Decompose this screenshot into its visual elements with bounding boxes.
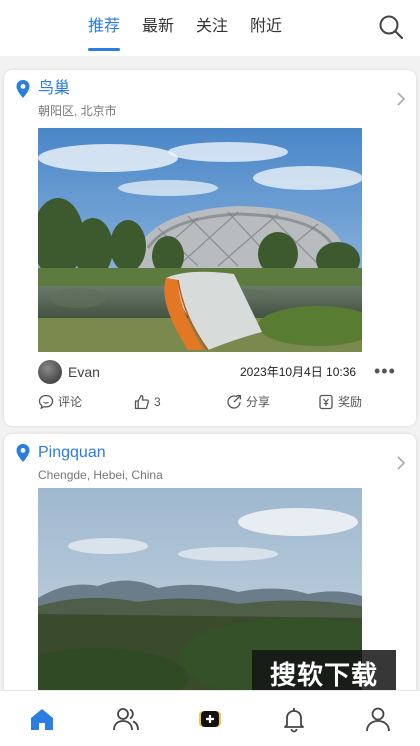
tab-following[interactable]: 关注 (196, 16, 228, 38)
feed-tabs: 推荐 最新 关注 附近 (88, 16, 282, 51)
comment-label: 评论 (58, 395, 83, 409)
share-button[interactable]: 分享 (226, 394, 270, 410)
chevron-right-icon[interactable] (396, 92, 406, 106)
share-label: 分享 (246, 395, 271, 409)
post-photo[interactable] (38, 128, 362, 352)
place-location: Chengde, Hebei, China (38, 468, 163, 482)
place-title[interactable]: Pingquan (38, 443, 106, 463)
like-button[interactable]: 3 (134, 394, 161, 410)
bottom-nav (0, 690, 420, 746)
reward-icon (319, 394, 333, 410)
post-meta: Evan 2023年10月4日 10:36 ••• (38, 360, 398, 386)
comment-button[interactable]: 评论 (38, 394, 82, 410)
share-icon (227, 394, 242, 409)
author-name[interactable]: Evan (68, 363, 100, 381)
profile-icon[interactable] (364, 705, 392, 733)
like-count: 3 (154, 395, 161, 409)
tab-latest[interactable]: 最新 (142, 16, 174, 38)
reward-button[interactable]: 奖励 (318, 394, 362, 410)
post-card[interactable]: 鸟巢 朝阳区, 北京市 Evan 2023年10月4日 10:36 ••• 评论… (4, 70, 416, 426)
place-location: 朝阳区, 北京市 (38, 104, 117, 118)
chevron-right-icon[interactable] (396, 456, 406, 470)
post-datetime: 2023年10月4日 10:36 (240, 365, 357, 379)
search-icon[interactable] (378, 14, 404, 40)
comment-icon (38, 394, 54, 410)
avatar[interactable] (38, 360, 62, 384)
add-post-icon[interactable] (196, 705, 224, 733)
tab-recommended[interactable]: 推荐 (88, 16, 121, 51)
more-options-icon[interactable]: ••• (374, 362, 396, 380)
feed-list[interactable]: 鸟巢 朝阳区, 北京市 Evan 2023年10月4日 10:36 ••• 评论… (0, 56, 420, 690)
thumbs-up-icon (134, 394, 150, 410)
tab-nearby[interactable]: 附近 (250, 16, 282, 38)
location-pin-icon (16, 80, 30, 98)
friends-icon[interactable] (112, 705, 140, 733)
bell-icon[interactable] (280, 705, 308, 733)
top-bar: 推荐 最新 关注 附近 (0, 0, 420, 56)
post-actions: 评论 3 分享 奖励 (38, 394, 378, 416)
reward-label: 奖励 (338, 395, 363, 409)
home-icon[interactable] (28, 705, 56, 733)
location-pin-icon (16, 444, 30, 462)
place-title[interactable]: 鸟巢 (38, 79, 70, 99)
